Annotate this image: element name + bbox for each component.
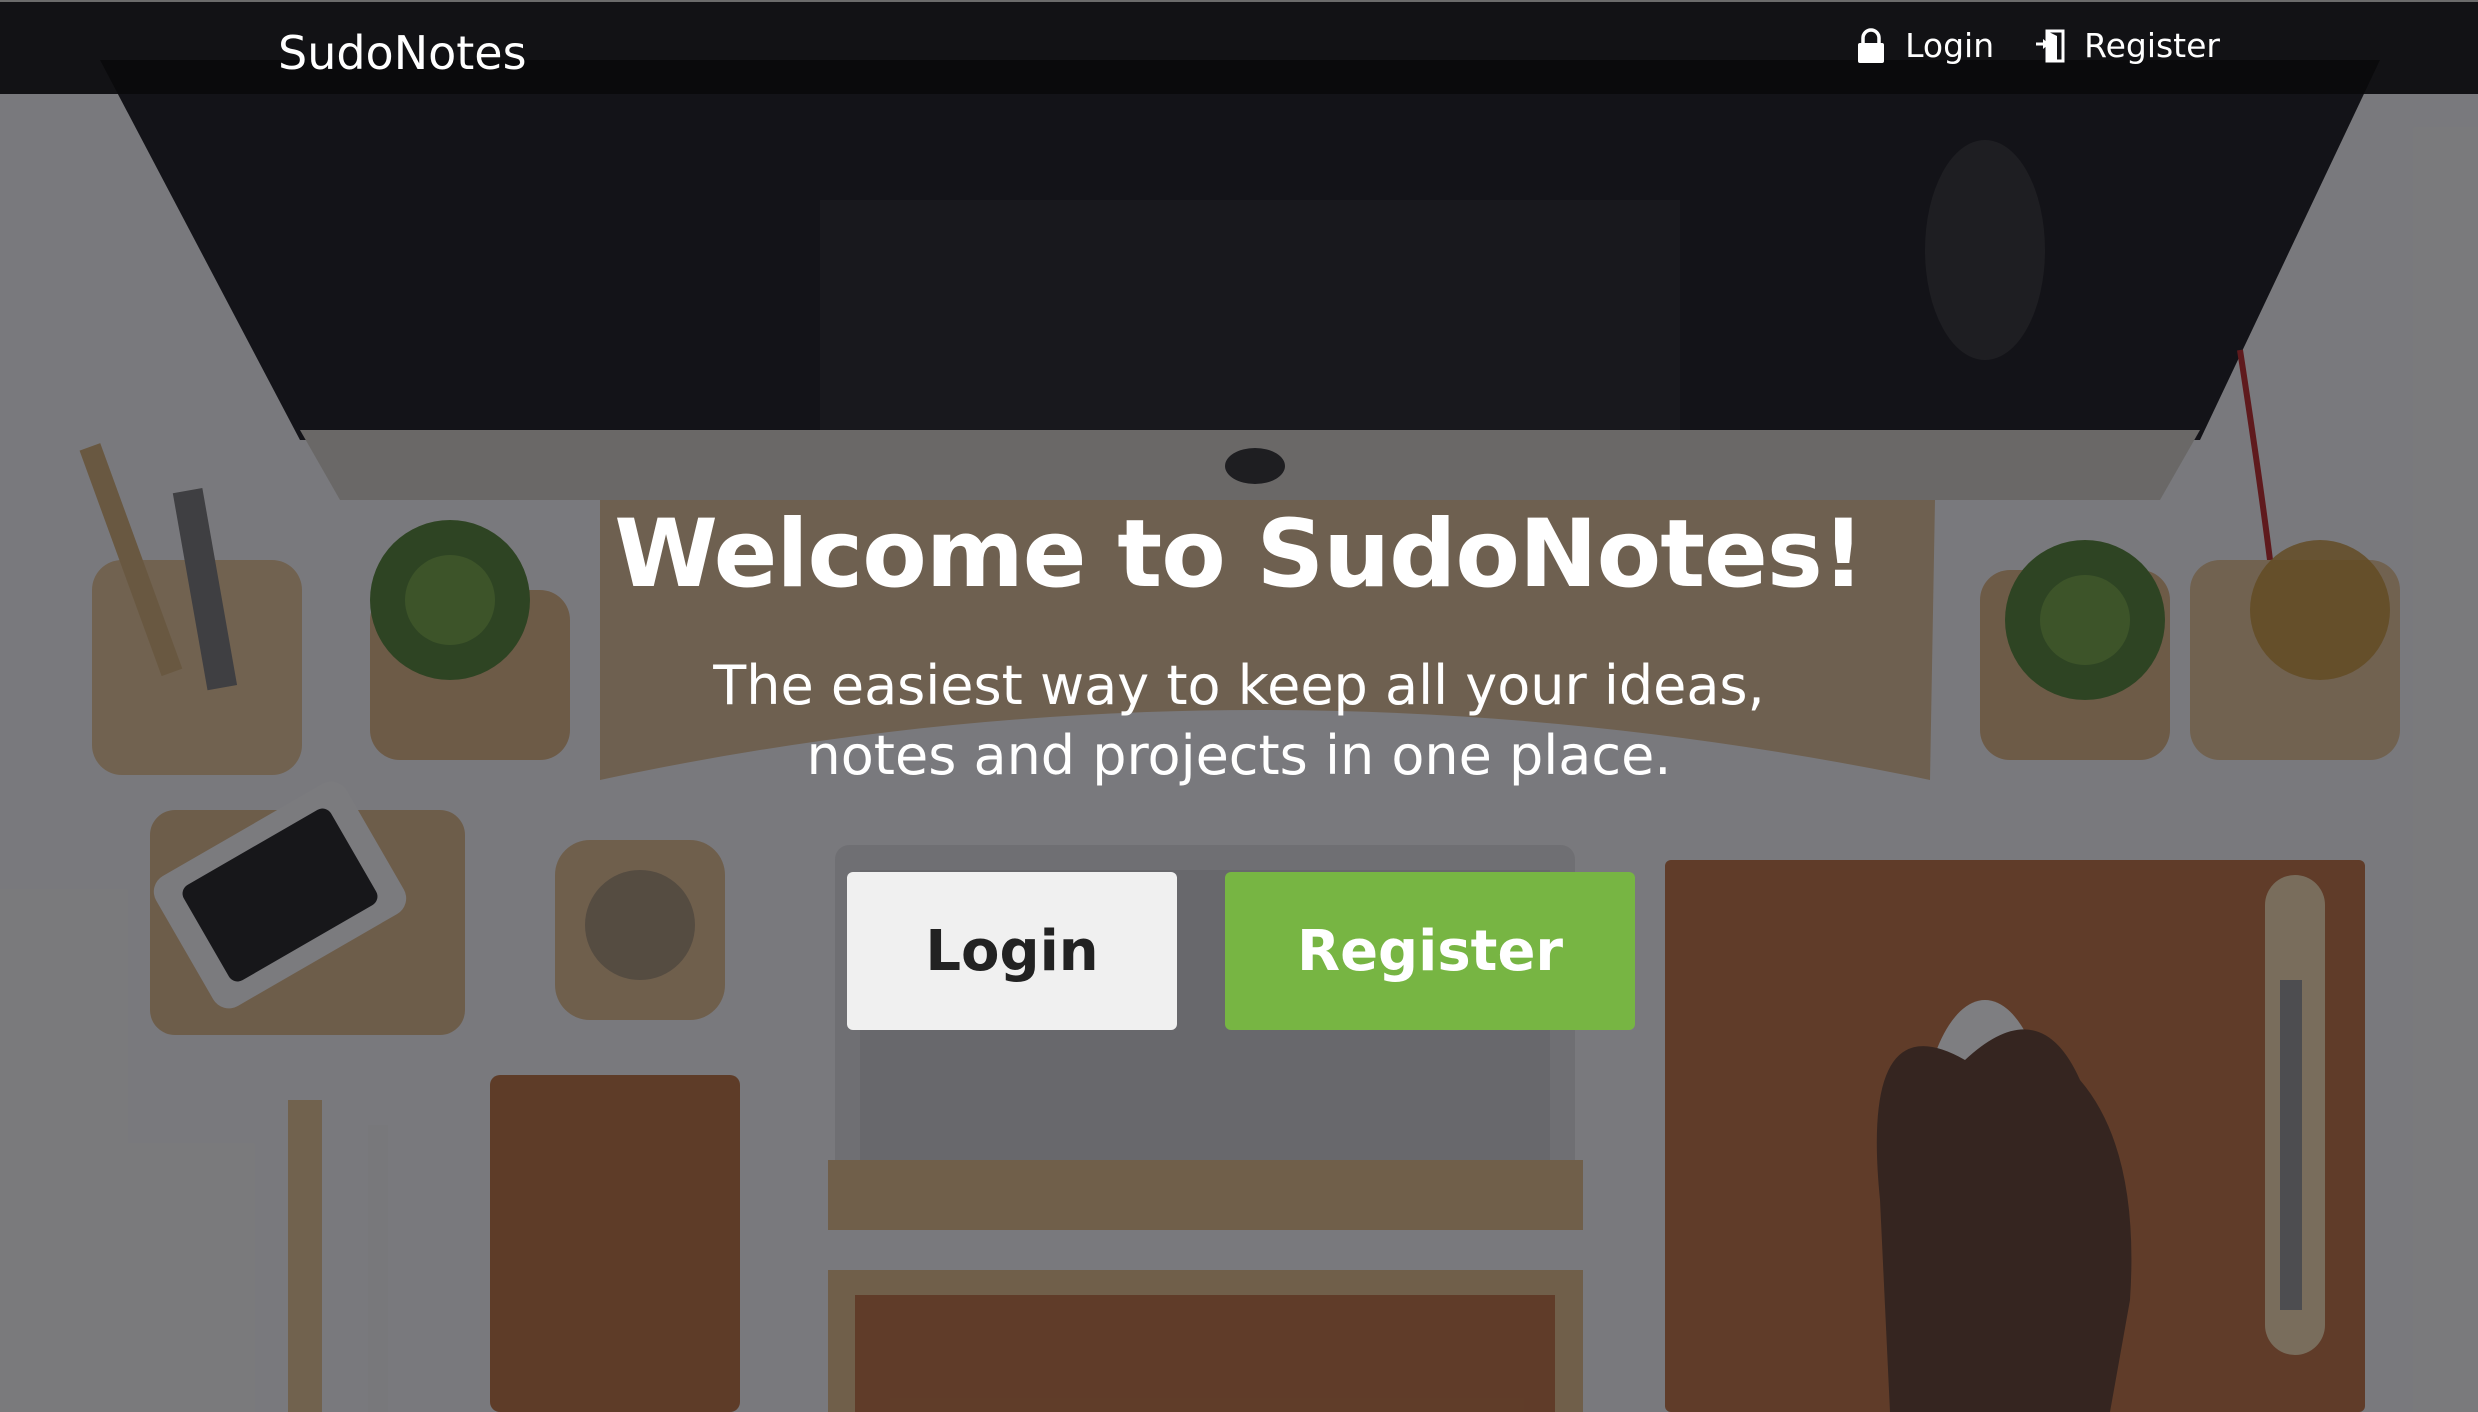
nav-login-link[interactable]: Login [1855,26,1994,65]
door-enter-icon [2036,29,2065,62]
nav-login-label: Login [1905,26,1995,65]
hero-content: Welcome to SudoNotes! The easiest way to… [0,500,2478,791]
top-navbar: SudoNotes Login Register [0,0,2478,94]
login-button[interactable]: Login [847,872,1177,1030]
brand-logo[interactable]: SudoNotes [278,26,527,80]
nav-register-label: Register [2084,26,2220,65]
hero-subtitle-line-2: notes and projects in one place. [806,724,1672,787]
hero-title: Welcome to SudoNotes! [614,500,1865,609]
register-button[interactable]: Register [1225,872,1635,1030]
hero-actions: Login Register [0,872,2478,1030]
nav-links: Login Register [1855,26,2220,65]
hero-subtitle: The easiest way to keep all your ideas, … [639,651,1839,791]
nav-register-link[interactable]: Register [2034,26,2220,65]
hero-subtitle-line-1: The easiest way to keep all your ideas, [713,654,1765,717]
lock-icon [1858,27,1885,63]
